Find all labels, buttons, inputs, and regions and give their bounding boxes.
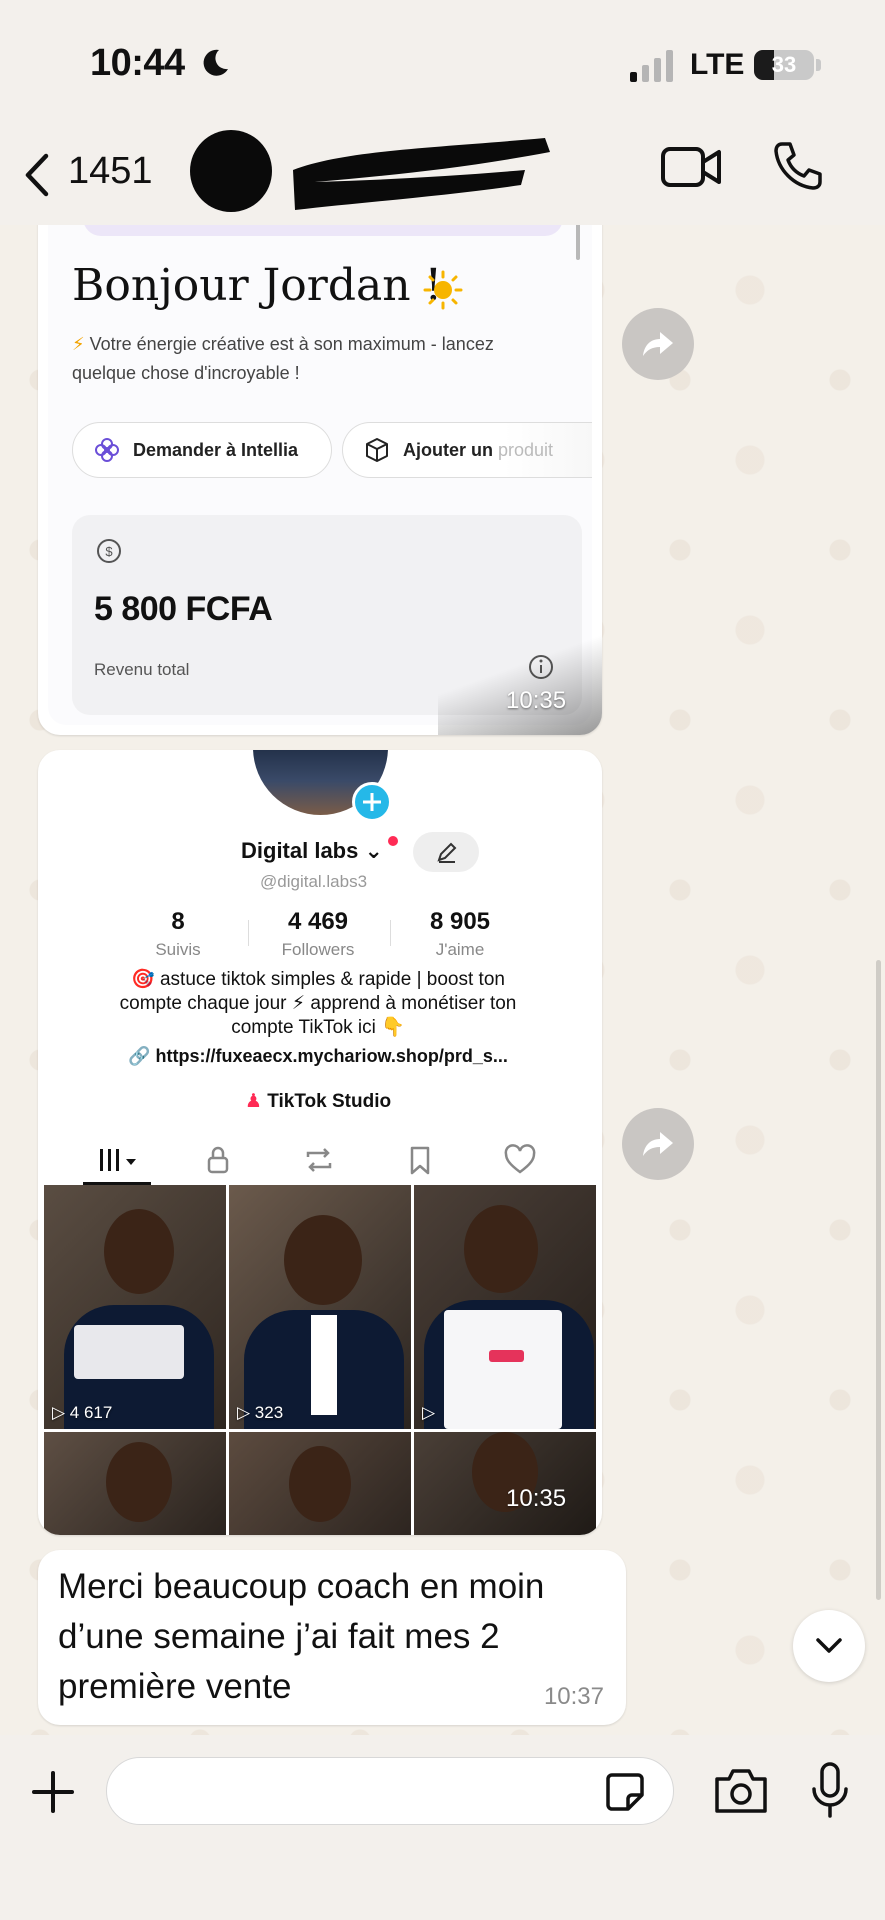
unread-count[interactable]: 1451 [68,150,153,193]
grid-tab-icon [100,1149,136,1171]
stat-following-label: Suivis [155,940,201,959]
tiktok-video-grid: ▷ 4 617 ▷ 323 ▷ [44,1185,596,1535]
timestamp-shade [438,620,602,735]
revenue-label: Revenu total [94,660,190,679]
heart-tab-icon [504,1144,536,1174]
video-thumbnail: ▷ 323 [229,1185,411,1429]
ask-intellia-button: Demander à Intellia [72,422,332,478]
message-timestamp: 10:35 [506,687,567,714]
sticker-icon[interactable] [604,1771,646,1813]
video-view-count: ▷ [422,1403,436,1422]
revenue-amount: 5 800 FCFA [94,590,273,628]
chat-scrollbar[interactable] [876,960,881,1600]
edit-profile-button [413,832,479,872]
add-product-label: Ajouter un [403,439,493,460]
status-time: 10:44 [90,42,185,84]
battery-indicator: 33 [754,50,814,80]
forward-icon [643,1132,673,1156]
chat-header: 1451 [0,130,885,225]
stat-followers-value: 4 469 [287,908,349,935]
video-view-count: ▷ 323 [237,1403,284,1422]
stat-likes-value: 8 905 [429,908,491,935]
moon-icon [203,49,228,76]
message-composer [0,1735,885,1920]
video-thumbnail: ▷ 4 617 [44,1185,226,1429]
video-thumbnail: ▷ [414,1185,596,1429]
video-thumbnail [414,1432,596,1535]
tiktok-bio-link: 🔗 https://fuxeaecx.mychariow.shop/prd_s.… [128,1046,508,1066]
message-timestamp: 10:37 [543,1683,604,1710]
redacted-contact-name[interactable] [285,130,555,215]
stat-divider [390,920,391,946]
stat-followers: 4 469 Followers [258,908,378,960]
revenue-coin-icon: $ [97,539,121,563]
message-timestamp: 10:35 [506,1485,567,1512]
phone-icon[interactable] [772,140,824,192]
forward-button[interactable] [622,308,694,380]
stat-divider [248,920,249,946]
notification-dot [388,836,398,846]
message-text: Merci beaucoup coach en moin d’une semai… [58,1567,545,1706]
forward-button[interactable] [622,1108,694,1180]
forward-icon [643,332,673,356]
video-thumbnail [44,1432,226,1535]
repost-tab-icon [306,1148,332,1172]
dashboard-greeting: Bonjour Jordan ! [72,260,443,311]
battery-cap [816,59,821,71]
video-thumbnail [229,1432,411,1535]
dashboard-subtitle: ⚡ Votre énergie créative est à son maxim… [72,334,494,383]
contact-avatar[interactable] [190,130,272,212]
battery-percent: 33 [771,52,797,77]
microphone-icon[interactable] [810,1761,850,1819]
stat-following: 8 Suivis [118,908,238,960]
video-call-icon[interactable] [660,144,722,190]
video-view-count: ▷ 4 617 [52,1403,113,1422]
network-type: LTE [690,48,745,81]
image-message-tiktok-profile[interactable]: Digital labs ⌄ @digital.labs3 8 Suivis 4… [38,750,602,1535]
chevron-left-icon[interactable] [18,150,58,200]
svg-text:$: $ [105,544,113,559]
tiktok-handle: @digital.labs3 [260,872,368,891]
signal-icon [630,50,673,82]
stat-followers-label: Followers [281,940,355,959]
bookmark-tab-icon [410,1146,430,1175]
stat-following-value: 8 [171,908,185,935]
tiktok-bio: 🎯 astuce tiktok simples & rapide | boost… [119,969,517,1038]
stat-likes: 8 905 J'aime [400,908,520,960]
pencil-icon [437,842,457,863]
flower-icon [95,438,119,462]
add-story-icon [352,782,392,822]
camera-icon[interactable] [713,1765,769,1815]
text-message[interactable]: Merci beaucoup coach en moin d’une semai… [38,1550,626,1725]
tiktok-profile-tabs [38,1135,602,1185]
box-icon [366,438,388,462]
status-bar: 10:44 LTE 33 [0,0,885,130]
plus-icon[interactable] [30,1769,76,1815]
chevron-down-icon [816,1638,842,1653]
add-product-button: Ajouter un produit [342,422,592,478]
message-input[interactable] [106,1757,674,1825]
lock-tab-icon [207,1146,229,1174]
stat-likes-label: J'aime [435,940,485,959]
scroll-to-bottom-button[interactable] [793,1610,865,1682]
sun-icon [423,270,463,310]
tiktok-profile-name: Digital labs ⌄ [241,838,383,863]
dashboard-scroll-indicator [576,220,580,260]
tiktok-studio-link: ♟ TikTok Studio [244,1091,392,1112]
ask-intellia-label: Demander à Intellia [133,439,299,460]
image-message-dashboard[interactable]: Bonjour Jordan ! ⚡ Votre énergie créativ… [38,200,602,735]
add-product-label-faded: produit [498,439,554,460]
